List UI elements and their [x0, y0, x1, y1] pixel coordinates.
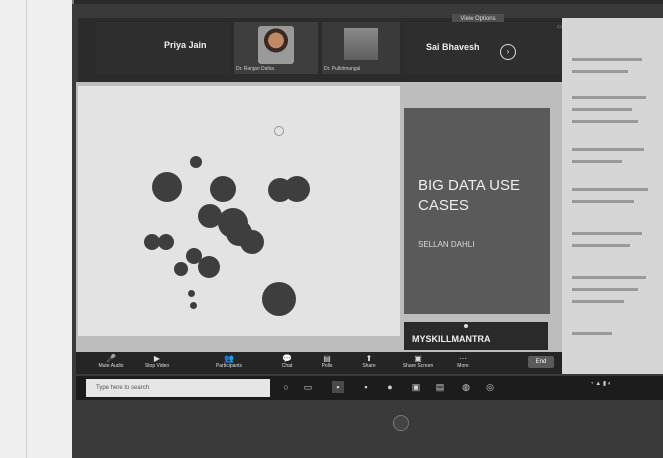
system-tray[interactable]: ◔ ▲ ▮ ◐: [590, 380, 612, 387]
chat-line: [572, 120, 638, 123]
chat-button[interactable]: 💬 Chat: [272, 354, 302, 369]
stop-video-label: Stop Video: [144, 363, 170, 369]
meeting-toolbar: 🎤 Mute Audio ▶ Stop Video 👥 Participants 💬 C…: [76, 352, 562, 374]
chat-line: [572, 108, 632, 111]
left-margin: [0, 0, 74, 458]
app-icon[interactable]: ▪: [360, 381, 372, 393]
chat-line: [572, 276, 646, 279]
more-icon: ⋯: [459, 354, 467, 363]
chat-line: [572, 70, 628, 73]
chat-line: [572, 160, 622, 163]
app-icon[interactable]: ●: [384, 381, 396, 393]
chat-line: [572, 148, 644, 151]
participants-button[interactable]: 👥 Participants: [214, 354, 244, 369]
mic-icon: 🎤: [106, 354, 116, 363]
brand-name: MYSKILLMANTRA: [412, 334, 491, 344]
app-icon[interactable]: ▤: [434, 381, 446, 393]
chat-label: Chat: [281, 363, 293, 369]
polls-icon: ▤: [323, 354, 331, 363]
brand-banner: MYSKILLMANTRA: [404, 322, 548, 350]
chart-bubble: [188, 290, 195, 297]
webcam-icon: [393, 415, 409, 431]
participants-icon: 👥: [224, 354, 234, 363]
chart-bubble: [284, 176, 310, 202]
chart-bubble: [262, 282, 296, 316]
participants-label: Participants: [215, 363, 243, 369]
chat-line: [572, 300, 624, 303]
chat-line: [572, 200, 634, 203]
participant-name: Dr. Ranjan Dahia: [236, 66, 275, 72]
slide-subtitle: SELLAN DAHLI: [418, 240, 475, 249]
chat-line: [572, 332, 612, 335]
chart-bubble: [210, 176, 236, 202]
chat-panel: [562, 18, 663, 374]
app-icon[interactable]: ◍: [460, 381, 472, 393]
next-page-icon[interactable]: ›: [500, 44, 516, 60]
mute-audio-button[interactable]: 🎤 Mute Audio: [96, 354, 126, 369]
chat-line: [572, 288, 638, 291]
chart-bubble: [174, 262, 188, 276]
chat-line: [572, 232, 642, 235]
chart-bubble: [158, 234, 174, 250]
chat-line: [572, 58, 642, 61]
chat-line: [572, 244, 630, 247]
chat-icon: 💬: [282, 354, 292, 363]
app-icon[interactable]: ▪: [332, 381, 344, 393]
participant-video: [258, 26, 294, 64]
share-button[interactable]: ⬆ Share: [354, 354, 384, 369]
stop-video-button[interactable]: ▶ Stop Video: [142, 354, 172, 369]
title-slide: BIG DATA USE CASES SELLAN DAHLI: [404, 108, 550, 314]
participant-name: Dr. Pulkitmangal: [324, 66, 361, 72]
share-screen-icon: ▣: [414, 354, 422, 363]
participant-video: [344, 28, 378, 60]
share-icon: ⬆: [365, 354, 373, 363]
cortana-icon[interactable]: ○: [280, 381, 292, 393]
mute-audio-label: Mute Audio: [98, 363, 124, 369]
participant-name: Priya Jain: [164, 40, 207, 50]
more-button[interactable]: ⋯ More: [448, 354, 478, 369]
bubble-chart-slide: [78, 86, 400, 336]
video-icon: ▶: [153, 354, 161, 363]
chart-bubble: [240, 230, 264, 254]
share-screen-label: Share Screen: [402, 363, 434, 369]
brand-dot-icon: [464, 324, 468, 328]
app-icon[interactable]: ◎: [484, 381, 496, 393]
chart-bubble: [190, 156, 202, 168]
more-label: More: [457, 363, 469, 369]
chat-line: [572, 96, 646, 99]
polls-label: Polls: [321, 363, 333, 369]
slide-title: BIG DATA USE CASES: [418, 177, 520, 214]
app-icon[interactable]: ▣: [410, 381, 422, 393]
chat-line: [572, 188, 648, 191]
chart-bubble: [190, 302, 197, 309]
task-view-icon[interactable]: ▭: [302, 381, 314, 393]
share-label: Share: [362, 363, 376, 369]
taskbar-search-input[interactable]: Type here to search: [86, 379, 270, 397]
share-screen-button[interactable]: ▣ Share Screen: [400, 354, 436, 369]
polls-button[interactable]: ▤ Polls: [312, 354, 342, 369]
chart-bubble: [152, 172, 182, 202]
participant-tile[interactable]: Sai Bhavesh › ▭: [404, 22, 570, 74]
participant-tile[interactable]: Dr. Pulkitmangal: [322, 22, 400, 74]
participant-tile[interactable]: Priya Jain: [96, 22, 230, 74]
end-meeting-button[interactable]: End: [528, 356, 554, 368]
legend-bubble: [274, 126, 284, 136]
participant-name: Sai Bhavesh: [426, 42, 480, 52]
chart-bubble: [198, 256, 220, 278]
participant-tile[interactable]: Dr. Ranjan Dahia: [234, 22, 318, 74]
